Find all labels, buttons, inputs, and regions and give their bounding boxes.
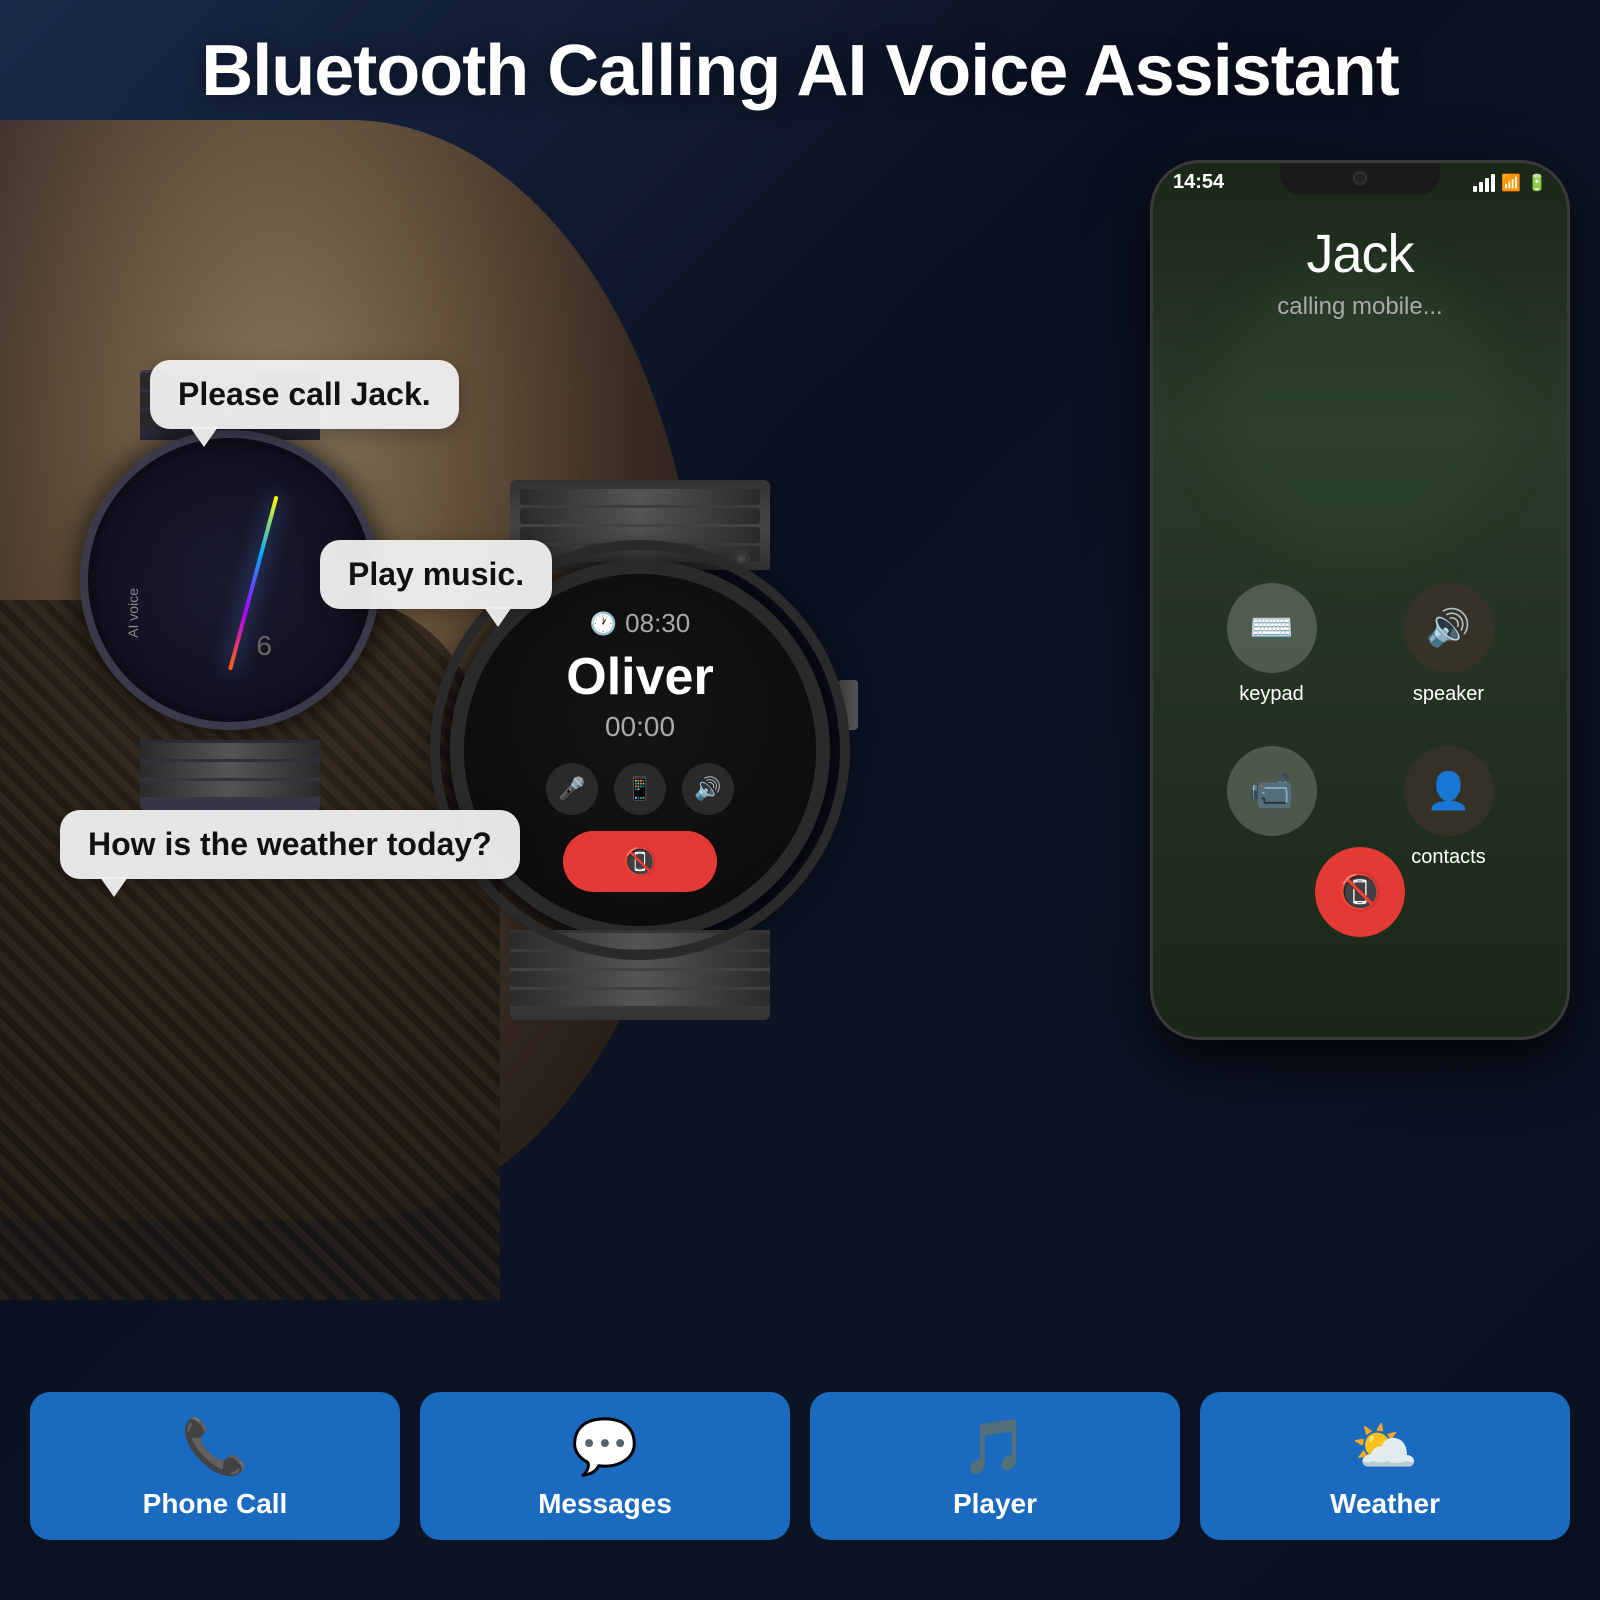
speaker-circle[interactable]: 🔊	[1404, 583, 1494, 673]
phone-contacts-btn[interactable]: 👤 contacts	[1370, 746, 1527, 869]
phone-video-btn[interactable]: 📹	[1193, 746, 1350, 869]
messages-label: Messages	[538, 1488, 672, 1520]
feature-weather[interactable]: ⛅ Weather	[1200, 1392, 1570, 1540]
watch-1-number: 6	[256, 630, 272, 662]
feature-phone-call[interactable]: 📞 Phone Call	[30, 1392, 400, 1540]
end-call-icon: 📵	[1338, 871, 1383, 913]
phone-body: 14:54 📶 🔋 Jack calling mobile...	[1150, 160, 1570, 1040]
phone-screen: 14:54 📶 🔋 Jack calling mobile...	[1153, 163, 1567, 1037]
phone-call-label: Phone Call	[143, 1488, 288, 1520]
speech-bubble-music: Play music.	[320, 540, 552, 609]
phone-status-bar: 14:54 📶 🔋	[1173, 171, 1547, 194]
player-icon: 🎵	[961, 1420, 1028, 1474]
messages-icon: 💬	[571, 1420, 638, 1474]
features-bar: 📞 Phone Call 💬 Messages 🎵 Player ⛅ Weath…	[30, 1392, 1570, 1540]
contacts-label: contacts	[1411, 846, 1485, 869]
phone-caller-name: Jack	[1153, 223, 1567, 285]
video-icon: 📹	[1249, 770, 1294, 812]
speech-bubble-weather: How is the weather today?	[60, 810, 520, 879]
phone-keypad-btn[interactable]: ⌨️ keypad	[1193, 583, 1350, 706]
signal-bars	[1473, 174, 1495, 192]
phone-caller-section: Jack calling mobile...	[1153, 223, 1567, 341]
player-label: Player	[953, 1488, 1037, 1520]
wifi-icon: 📶	[1501, 173, 1521, 193]
phone-call-actions: ⌨️ keypad 🔊 speaker 📹	[1153, 583, 1567, 869]
video-circle[interactable]: 📹	[1227, 746, 1317, 836]
phone-call-icon: 📞	[181, 1420, 248, 1474]
phone-display: 14:54 📶 🔋 Jack calling mobile...	[1150, 160, 1570, 1040]
phone-caller-status: calling mobile...	[1153, 293, 1567, 321]
weather-icon: ⛅	[1351, 1420, 1418, 1474]
phone-time: 14:54	[1173, 171, 1224, 194]
ai-voice-label: AI voice	[125, 588, 141, 638]
contacts-circle[interactable]: 👤	[1404, 746, 1494, 836]
keypad-icon: ⌨️	[1249, 607, 1294, 649]
phone-speaker-btn[interactable]: 🔊 speaker	[1370, 583, 1527, 706]
speaker-icon: 🔊	[1426, 607, 1471, 649]
page-title: Bluetooth Calling AI Voice Assistant	[0, 30, 1600, 112]
contacts-icon: 👤	[1426, 770, 1471, 812]
keypad-circle[interactable]: ⌨️	[1227, 583, 1317, 673]
phone-status-icons: 📶 🔋	[1473, 173, 1547, 193]
weather-label: Weather	[1330, 1488, 1440, 1520]
battery-icon: 🔋	[1527, 173, 1547, 193]
speech-bubble-call: Please call Jack.	[150, 360, 459, 429]
keypad-label: keypad	[1239, 683, 1304, 706]
feature-messages[interactable]: 💬 Messages	[420, 1392, 790, 1540]
feature-player[interactable]: 🎵 Player	[810, 1392, 1180, 1540]
speaker-label: speaker	[1413, 683, 1484, 706]
phone-end-call-btn[interactable]: 📵	[1315, 847, 1405, 937]
